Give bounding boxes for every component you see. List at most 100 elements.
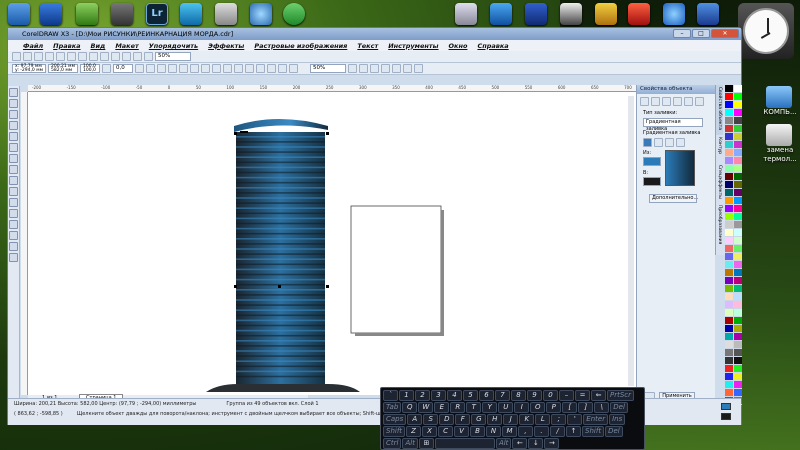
palette-swatch[interactable] xyxy=(734,237,742,244)
selection-handle[interactable] xyxy=(234,285,237,288)
key[interactable]: R xyxy=(450,402,466,413)
palette-swatch[interactable] xyxy=(725,173,733,180)
key[interactable]: K xyxy=(519,414,535,425)
crop-tool-icon[interactable] xyxy=(9,110,18,119)
menu-text[interactable]: Текст xyxy=(357,42,378,50)
cut-icon[interactable] xyxy=(56,52,65,61)
key[interactable]: → xyxy=(544,438,560,449)
palette-swatch[interactable] xyxy=(725,149,733,156)
key[interactable]: Tab xyxy=(383,402,402,413)
lock-ratio-icon[interactable] xyxy=(102,64,111,73)
fill-tool-icon[interactable] xyxy=(9,242,18,251)
key[interactable]: ' xyxy=(567,414,583,425)
vtab-properties[interactable]: Свойства объекта xyxy=(716,85,723,135)
convert-icon[interactable] xyxy=(289,64,298,73)
radial-gradient-icon[interactable] xyxy=(654,138,663,147)
tools2-icon[interactable] xyxy=(111,3,133,25)
key[interactable]: F xyxy=(455,414,471,425)
palette-swatch[interactable] xyxy=(725,101,733,108)
key[interactable]: J xyxy=(503,414,519,425)
palette-swatch[interactable] xyxy=(734,269,742,276)
palette-swatch[interactable] xyxy=(734,117,742,124)
menu-help[interactable]: Справка xyxy=(477,42,508,50)
key[interactable]: Enter xyxy=(583,414,609,425)
import-icon[interactable] xyxy=(111,52,120,61)
palette-swatch[interactable] xyxy=(734,101,742,108)
eyedropper-icon[interactable] xyxy=(9,220,18,229)
key[interactable]: I xyxy=(514,402,530,413)
zoom-page-icon[interactable] xyxy=(392,64,401,73)
printer-icon[interactable] xyxy=(455,3,477,25)
palette-swatch[interactable] xyxy=(725,253,733,260)
selection-handle[interactable] xyxy=(326,285,329,288)
palette-swatch[interactable] xyxy=(725,381,733,388)
key[interactable]: M xyxy=(502,426,518,437)
key[interactable]: Shift xyxy=(582,426,605,437)
palette-swatch[interactable] xyxy=(725,93,733,100)
key[interactable]: W xyxy=(418,402,434,413)
zoom-out-icon[interactable] xyxy=(359,64,368,73)
horizontal-ruler[interactable]: -200 -150 -100 -50 0 50 100 150 200 250 … xyxy=(28,85,636,92)
paint-icon[interactable] xyxy=(76,3,98,25)
key[interactable]: Del xyxy=(605,426,623,437)
palette-swatch[interactable] xyxy=(734,333,742,340)
key[interactable]: Alt xyxy=(495,438,512,449)
center-marker[interactable] xyxy=(278,285,281,288)
menu-window[interactable]: Окно xyxy=(449,42,468,50)
palette-swatch[interactable] xyxy=(734,261,742,268)
palette-swatch[interactable] xyxy=(725,293,733,300)
key[interactable]: 1 xyxy=(399,390,414,401)
palette-swatch[interactable] xyxy=(734,293,742,300)
palette-swatch[interactable] xyxy=(725,189,733,196)
curve-tab-icon[interactable] xyxy=(695,97,704,106)
mirror-h-icon[interactable] xyxy=(135,64,144,73)
key[interactable]: ⇐ xyxy=(591,390,606,401)
palette-swatch[interactable] xyxy=(725,141,733,148)
zoom-height-icon[interactable] xyxy=(414,64,423,73)
internet-tab-icon[interactable] xyxy=(684,97,693,106)
palette-swatch[interactable] xyxy=(734,277,742,284)
palette-swatch[interactable] xyxy=(734,157,742,164)
key[interactable]: 2 xyxy=(415,390,430,401)
palette-swatch[interactable] xyxy=(734,325,742,332)
palette-swatch[interactable] xyxy=(725,277,733,284)
undo-icon[interactable] xyxy=(89,52,98,61)
globe-icon[interactable] xyxy=(250,3,272,25)
shape-tool-icon[interactable] xyxy=(9,99,18,108)
vtab-outline[interactable]: Контур xyxy=(716,135,723,163)
outline-tab-icon[interactable] xyxy=(651,97,660,106)
selection-handle[interactable] xyxy=(234,132,237,135)
key[interactable]: U xyxy=(498,402,514,413)
palette-swatch[interactable] xyxy=(725,357,733,364)
square-gradient-icon[interactable] xyxy=(676,138,685,147)
vertical-scrollbar[interactable] xyxy=(628,96,634,386)
palette-swatch[interactable] xyxy=(725,229,733,236)
key[interactable]: 9 xyxy=(527,390,542,401)
to-back-icon[interactable] xyxy=(212,64,221,73)
copy-icon[interactable] xyxy=(67,52,76,61)
key[interactable]: ; xyxy=(551,414,567,425)
rectangle-tool-icon[interactable] xyxy=(9,154,18,163)
palette-swatch[interactable] xyxy=(734,309,742,316)
tower-base[interactable] xyxy=(206,384,360,392)
palette-swatch[interactable] xyxy=(725,341,733,348)
print-icon[interactable] xyxy=(45,52,54,61)
from-color-picker[interactable] xyxy=(643,157,661,166)
key[interactable]: Del xyxy=(610,402,628,413)
palette-swatch[interactable] xyxy=(734,165,742,172)
key[interactable]: Ctrl xyxy=(383,438,402,449)
ellipse-tool-icon[interactable] xyxy=(9,165,18,174)
combine-icon[interactable] xyxy=(179,64,188,73)
palette-swatch[interactable] xyxy=(725,213,733,220)
palette-swatch[interactable] xyxy=(725,349,733,356)
open-icon[interactable] xyxy=(23,52,32,61)
computer-icon[interactable] xyxy=(766,86,792,108)
key[interactable]: / xyxy=(550,426,566,437)
tower-cap[interactable] xyxy=(234,119,328,132)
palette-swatch[interactable] xyxy=(734,85,742,92)
weld-icon[interactable] xyxy=(223,64,232,73)
zoom-all-icon[interactable] xyxy=(381,64,390,73)
polygon-tool-icon[interactable] xyxy=(9,176,18,185)
key[interactable]: – xyxy=(559,390,574,401)
basic-shapes-icon[interactable] xyxy=(9,187,18,196)
